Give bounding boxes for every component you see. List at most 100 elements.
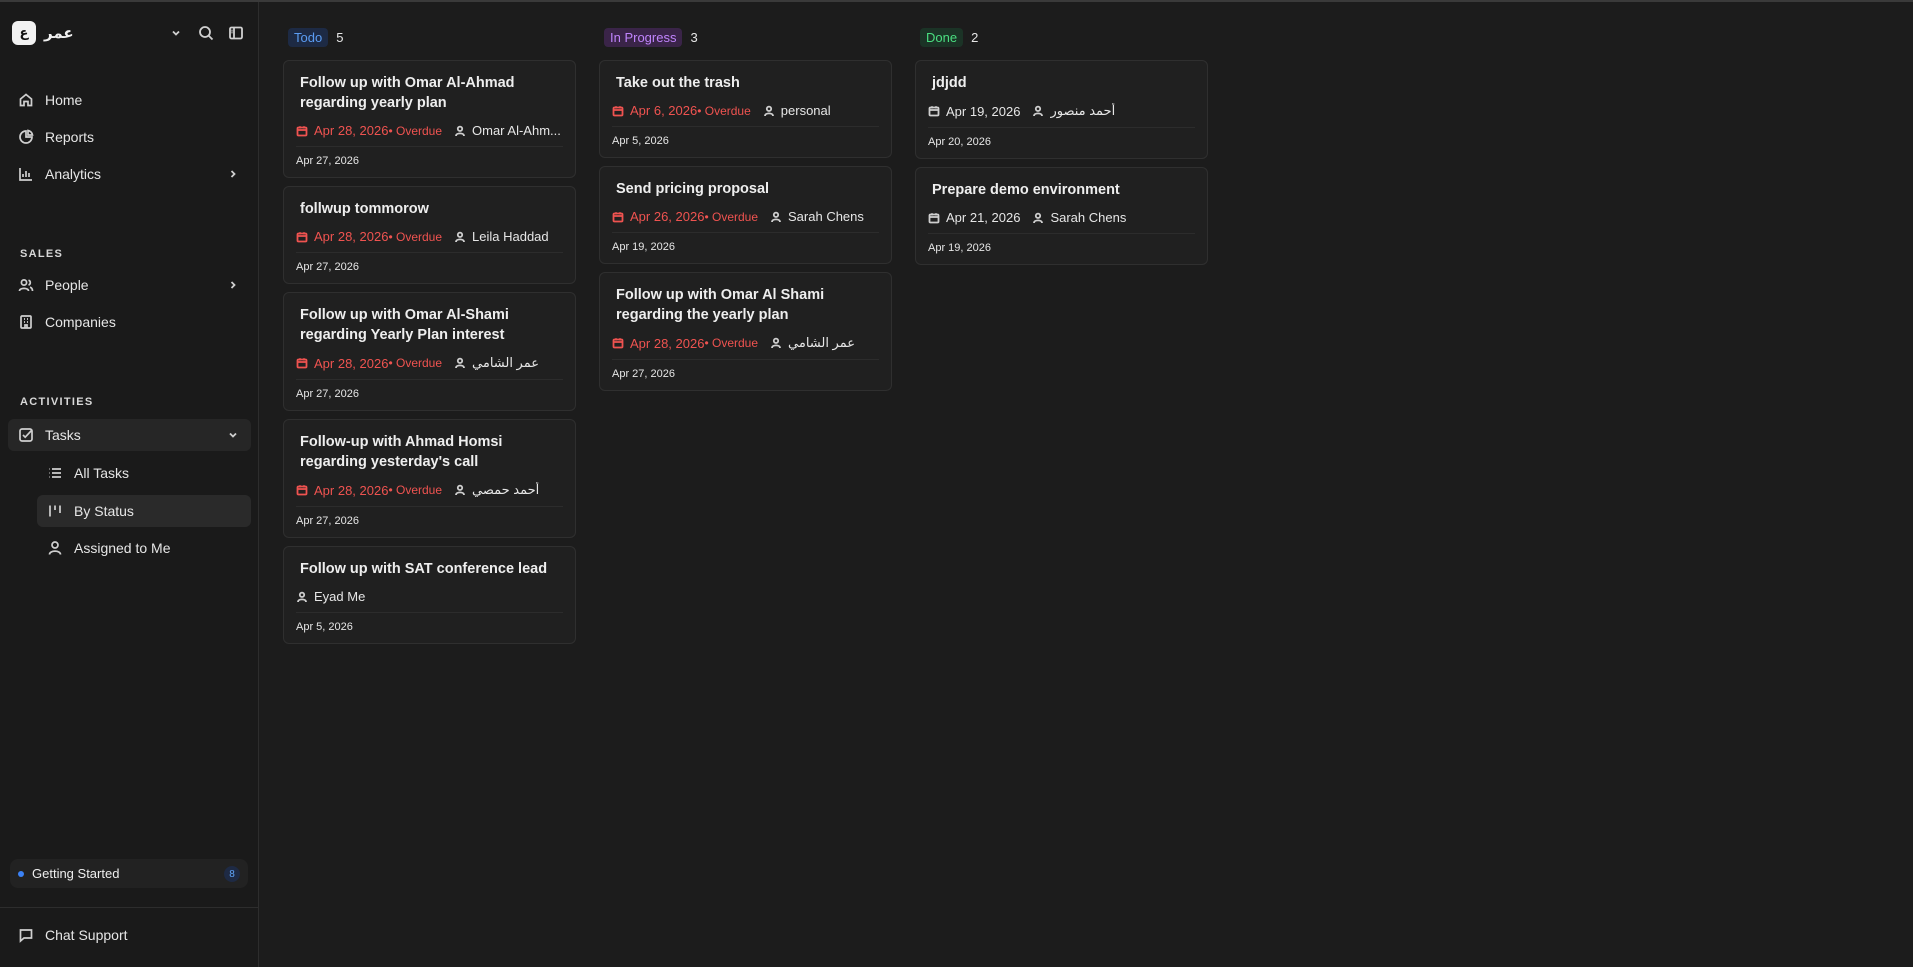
task-title: Send pricing proposal [616, 181, 770, 197]
status-badge[interactable]: Done [920, 27, 964, 47]
nav-reports-label: Reports [45, 129, 95, 145]
calendar-icon [612, 105, 624, 117]
task-card[interactable]: Follow-up with Ahmad Homsi regarding yes… [283, 419, 576, 538]
due-date-text: Apr 28, 2026 [314, 229, 389, 244]
user-icon [770, 337, 782, 349]
nav-assigned-to-me[interactable]: Assigned to Me [37, 532, 251, 564]
overdue-label: • Overdue [704, 336, 759, 350]
due-date-text: Apr 28, 2026 [630, 335, 705, 351]
task-card[interactable]: jdjdd Apr 19, 2026 أحمد منصور Apr 20, 2026 [915, 60, 1208, 159]
task-card[interactable]: follwup tommorow Apr 28, 2026 • Overdue Le… [283, 186, 576, 284]
created-date: Apr 20, 2026 [928, 136, 991, 148]
assignee: أحمد منصور [1032, 103, 1115, 119]
created-date: Apr 27, 2026 [296, 515, 359, 527]
nav-reports[interactable]: Reports [8, 121, 251, 153]
chevron-right-icon [227, 278, 239, 294]
nav-all-tasks-label: All Tasks [74, 465, 129, 481]
due-date: Apr 28, 2026 • Overdue [296, 123, 442, 138]
nav-home[interactable]: Home [8, 84, 251, 116]
chat-support-label: Chat Support [45, 927, 128, 943]
assignee-name: Omar Al-Ahm... [472, 123, 561, 138]
task-card[interactable]: Send pricing proposal Apr 26, 2026 • Over… [599, 166, 892, 264]
nav-companies-label: Companies [45, 314, 116, 330]
user-icon [454, 231, 466, 243]
calendar-icon [296, 357, 308, 369]
created-date: Apr 5, 2026 [296, 621, 353, 633]
sidebar: ع عمر Home Reports Analytics SALES Peopl… [0, 2, 259, 967]
due-date: Apr 28, 2026 • Overdue [296, 356, 442, 371]
due-date-text: Apr 28, 2026 [314, 482, 389, 498]
task-card[interactable]: Follow up with Omar Al-Shami regarding Y… [283, 292, 576, 411]
user-icon [1032, 212, 1044, 224]
due-date: Apr 6, 2026 • Overdue [612, 103, 751, 118]
workspace-switcher: ع عمر [12, 20, 247, 46]
nav-tasks[interactable]: Tasks [8, 419, 251, 451]
calendar-icon [296, 125, 308, 137]
status-badge[interactable]: Todo [288, 27, 329, 47]
calendar-icon [612, 337, 624, 349]
overdue-label: • Overdue [697, 103, 751, 118]
nav-by-status[interactable]: By Status [37, 495, 251, 527]
user-icon [763, 105, 775, 117]
checkbox-icon [18, 427, 34, 443]
created-date: Apr 27, 2026 [296, 388, 359, 400]
task-meta: Apr 21, 2026 Sarah Chens [928, 210, 1195, 234]
nav-people[interactable]: People [8, 269, 251, 301]
task-meta: Apr 28, 2026 • Overdue أحمد حمصي [296, 482, 563, 507]
task-card[interactable]: Follow up with SAT conference lead Eyad M… [283, 546, 576, 644]
due-date-text: Apr 28, 2026 [314, 355, 389, 371]
task-meta: Apr 28, 2026 • Overdue عمر الشامي [612, 335, 879, 360]
task-card[interactable]: Follow up with Omar Al Shami regarding t… [599, 272, 892, 391]
sidebar-toggle-icon[interactable] [225, 22, 247, 44]
chevron-down-icon[interactable] [165, 22, 187, 44]
task-card[interactable]: Follow up with Omar Al-Ahmad regarding y… [283, 60, 576, 178]
status-badge[interactable]: In Progress [604, 27, 683, 47]
task-card[interactable]: Take out the trash Apr 6, 2026 • Overdue p… [599, 60, 892, 158]
assignee-name: عمر الشامي [472, 355, 540, 370]
task-title: follwup tommorow [300, 201, 429, 217]
task-title: Follow up with Omar Al-Shami regarding Y… [300, 307, 509, 343]
getting-started-button[interactable]: Getting Started 8 [10, 859, 248, 888]
assignee: عمر الشامي [770, 335, 855, 351]
assignee-name: Leila Haddad [472, 229, 549, 244]
due-date: Apr 28, 2026 • Overdue [612, 336, 758, 351]
overdue-label: • Overdue [388, 123, 443, 138]
due-date: Apr 28, 2026 • Overdue [296, 229, 442, 244]
nav-companies[interactable]: Companies [8, 306, 251, 338]
nav-all-tasks[interactable]: All Tasks [37, 457, 251, 489]
task-card[interactable]: Prepare demo environment Apr 21, 2026 Sara… [915, 167, 1208, 265]
task-meta: Apr 19, 2026 أحمد منصور [928, 103, 1195, 128]
column-header: Done 2 [920, 26, 1208, 48]
user-icon [770, 211, 782, 223]
due-date-text: Apr 19, 2026 [946, 103, 1021, 119]
task-meta: Apr 26, 2026 • Overdue Sarah Chens [612, 209, 879, 233]
column-count: 5 [336, 29, 344, 45]
nav-assigned-to-me-label: Assigned to Me [74, 540, 171, 556]
overdue-label: • Overdue [388, 483, 443, 497]
top-border [0, 0, 1913, 2]
user-icon [296, 591, 308, 603]
workspace-name[interactable]: عمر [44, 24, 157, 42]
created-date: Apr 27, 2026 [612, 368, 675, 380]
chevron-down-icon [227, 428, 239, 444]
assignee-name: Sarah Chens [1050, 210, 1127, 225]
assignee-name: عمر الشامي [788, 335, 856, 350]
column-count: 2 [971, 29, 979, 45]
workspace-logo[interactable]: ع [12, 21, 36, 45]
column-header: Todo 5 [288, 26, 576, 48]
overdue-label: • Overdue [704, 209, 759, 224]
chat-support-button[interactable]: Chat Support [8, 919, 251, 951]
nav-analytics-label: Analytics [45, 166, 102, 182]
users-icon [18, 277, 34, 293]
task-title: Follow up with SAT conference lead [300, 561, 548, 577]
due-date: Apr 26, 2026 • Overdue [612, 209, 758, 224]
search-icon[interactable] [195, 22, 217, 44]
due-date: Apr 21, 2026 [928, 210, 1020, 225]
list-icon [47, 465, 63, 481]
calendar-icon [928, 105, 940, 117]
nav-analytics[interactable]: Analytics [8, 158, 251, 190]
task-title: Follow up with Omar Al Shami regarding t… [616, 287, 825, 323]
calendar-icon [928, 212, 940, 224]
nav-by-status-label: By Status [74, 503, 134, 519]
due-date-text: Apr 26, 2026 [630, 209, 705, 224]
